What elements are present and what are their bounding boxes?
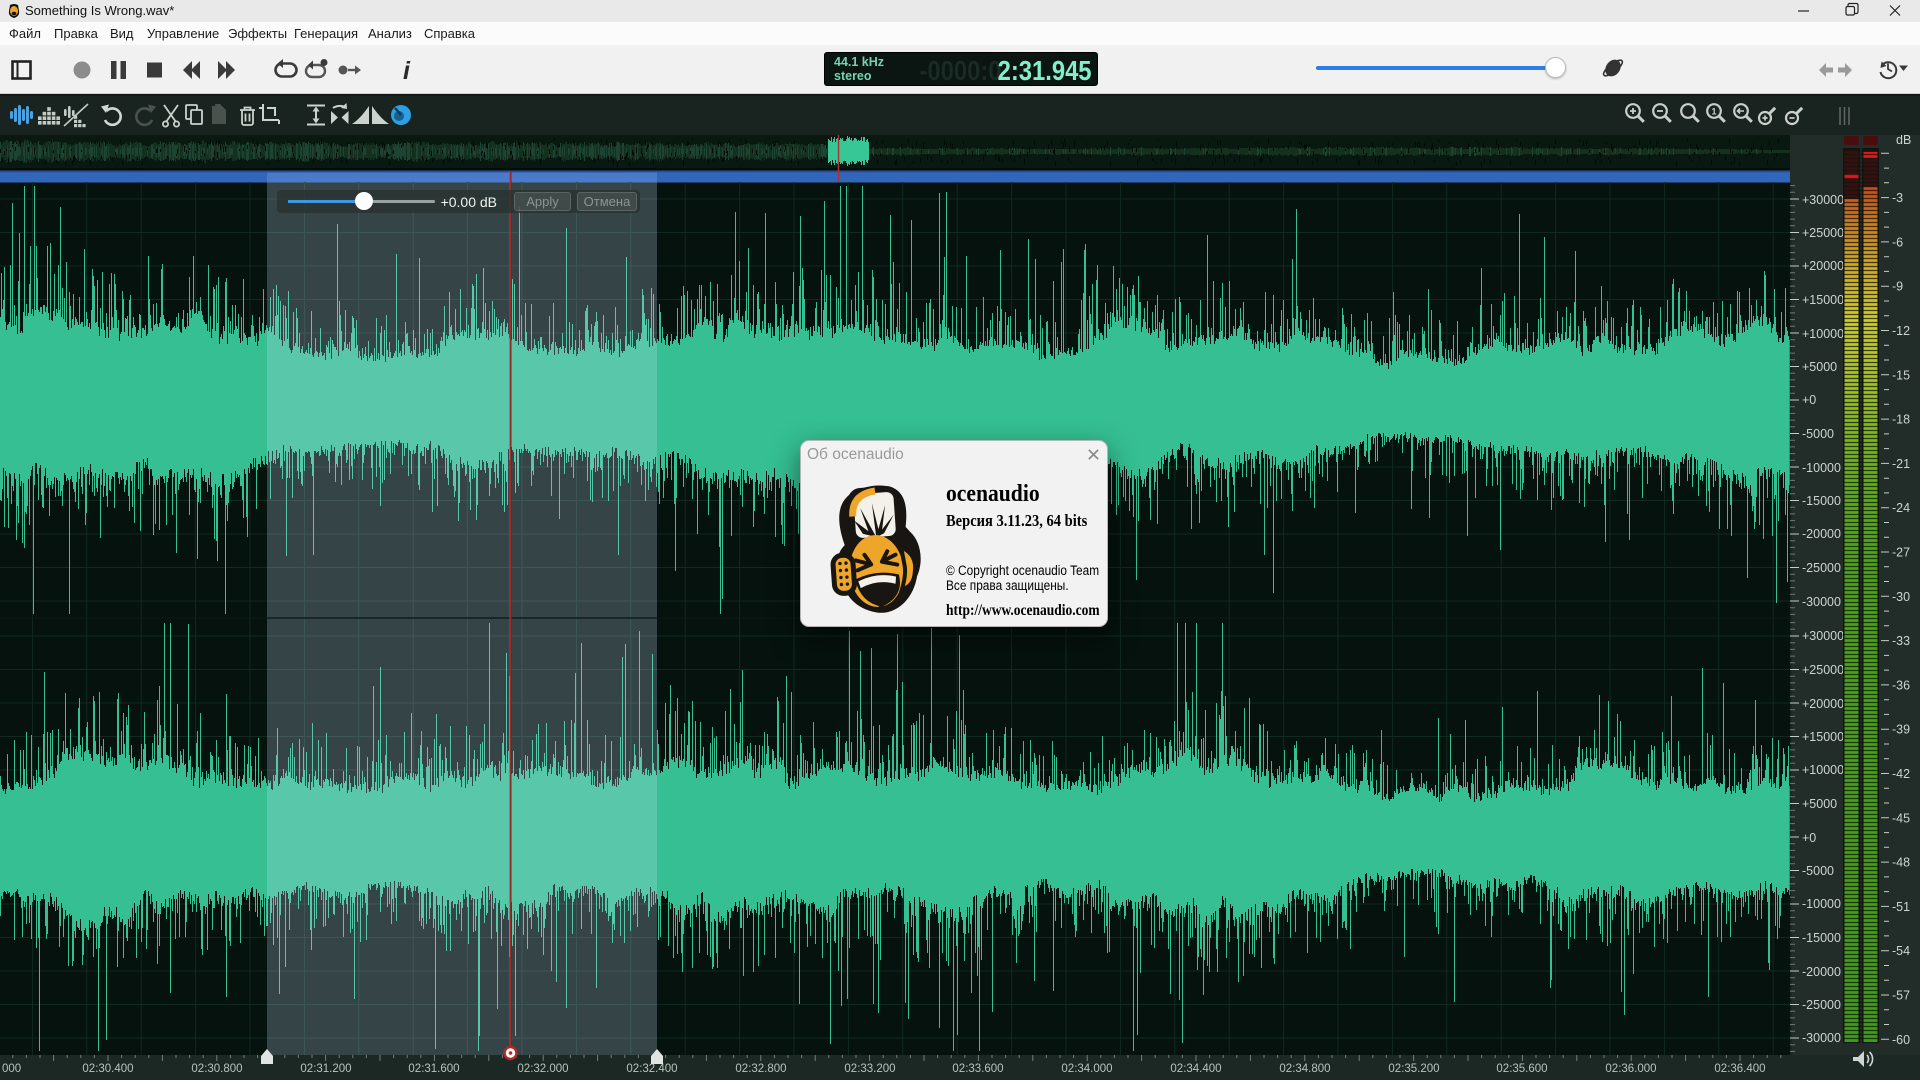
svg-text:02:33.200: 02:33.200 [844,1063,895,1075]
svg-text:-20000: -20000 [1802,527,1841,541]
svg-text:-5000: -5000 [1802,427,1834,441]
svg-text:02:34.000: 02:34.000 [1061,1063,1112,1075]
svg-text:-39: -39 [1892,723,1910,737]
svg-text:+30000: +30000 [1802,193,1844,207]
svg-text:02:32.000: 02:32.000 [517,1063,568,1075]
svg-text:+5000: +5000 [1802,360,1837,374]
svg-text:02:33.600: 02:33.600 [952,1063,1003,1075]
svg-text:+0: +0 [1802,393,1816,407]
svg-text:02:35.600: 02:35.600 [1496,1063,1547,1075]
svg-text:02:35.200: 02:35.200 [1388,1063,1439,1075]
svg-text:02:30.400: 02:30.400 [82,1063,133,1075]
svg-text:+25000: +25000 [1802,663,1844,677]
svg-text:-24: -24 [1892,501,1910,515]
svg-text:+20000: +20000 [1802,259,1844,273]
svg-text:-5000: -5000 [1802,864,1834,878]
svg-text:-42: -42 [1892,767,1910,781]
svg-text:+15000: +15000 [1802,730,1844,744]
svg-text:-30000: -30000 [1802,1031,1841,1045]
svg-text:1: 1 [1712,107,1717,117]
svg-text:02:32.400: 02:32.400 [626,1063,677,1075]
svg-text:-48: -48 [1892,856,1910,870]
svg-text:+10000: +10000 [1802,327,1844,341]
svg-text:-12: -12 [1892,324,1910,338]
svg-text:+25000: +25000 [1802,226,1844,240]
svg-text:-10000: -10000 [1802,897,1841,911]
svg-text:-30000: -30000 [1802,595,1841,609]
svg-text:02:31.200: 02:31.200 [300,1063,351,1075]
svg-text:-15: -15 [1892,368,1910,382]
svg-text:-25000: -25000 [1802,561,1841,575]
svg-text:-25000: -25000 [1802,998,1841,1012]
svg-text:-33: -33 [1892,634,1910,648]
svg-text:+10000: +10000 [1802,763,1844,777]
svg-text:-20000: -20000 [1802,965,1841,979]
svg-text:-6: -6 [1892,235,1903,249]
svg-text:+0: +0 [1802,831,1816,845]
svg-text:+15000: +15000 [1802,293,1844,307]
svg-text:-21: -21 [1892,457,1910,471]
svg-text:02:31.600: 02:31.600 [408,1063,459,1075]
svg-text:-57: -57 [1892,989,1910,1003]
svg-text:000: 000 [2,1063,21,1075]
svg-text:-15000: -15000 [1802,931,1841,945]
svg-text:02:30.800: 02:30.800 [191,1063,242,1075]
svg-text:-15000: -15000 [1802,494,1841,508]
svg-text:+20000: +20000 [1802,697,1844,711]
svg-text:-45: -45 [1892,811,1910,825]
svg-text:+5000: +5000 [1802,797,1837,811]
svg-text:02:34.800: 02:34.800 [1279,1063,1330,1075]
svg-text:-27: -27 [1892,546,1910,560]
svg-text:-10000: -10000 [1802,461,1841,475]
svg-text:02:36.000: 02:36.000 [1605,1063,1656,1075]
svg-text:02:36.400: 02:36.400 [1714,1063,1765,1075]
svg-text:-3: -3 [1892,191,1903,205]
svg-text:-30: -30 [1892,590,1910,604]
svg-text:dB: dB [1896,133,1911,147]
svg-text:02:34.400: 02:34.400 [1170,1063,1221,1075]
svg-text:-60: -60 [1892,1033,1910,1047]
svg-text:-9: -9 [1892,280,1903,294]
svg-text:-54: -54 [1892,944,1910,958]
svg-text:-51: -51 [1892,900,1910,914]
svg-text:-36: -36 [1892,678,1910,692]
svg-text:02:32.800: 02:32.800 [735,1063,786,1075]
svg-text:+30000: +30000 [1802,629,1844,643]
svg-text:-18: -18 [1892,413,1910,427]
svg-text:i: i [403,57,411,85]
